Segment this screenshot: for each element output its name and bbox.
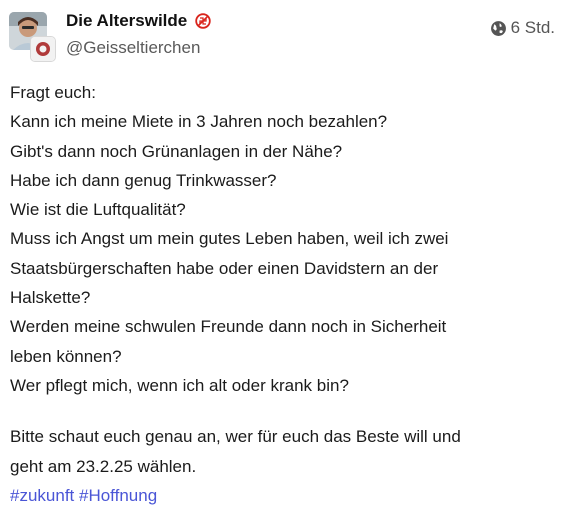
hashtag-link-hoffnung[interactable]: #Hoffnung — [79, 486, 157, 505]
closing-line: geht am 23.2.25 wählen. — [10, 456, 197, 476]
content-line: Gibt's dann noch Grünanlagen in der Nähe… — [10, 141, 343, 161]
content-line: Habe ich dann genug Trinkwasser? — [10, 170, 277, 190]
content-line: Werden meine schwulen Freunde dann noch … — [10, 317, 447, 337]
post-header: Die Alterswilde @Geisseltierchen 6 Std. — [0, 0, 567, 70]
no-swastika-icon — [195, 13, 211, 29]
author-display-name[interactable]: Die Alterswilde — [66, 11, 187, 31]
content-line: Kann ich meine Miete in 3 Jahren noch be… — [10, 112, 388, 132]
status-post: Die Alterswilde @Geisseltierchen 6 Std. … — [0, 0, 567, 507]
post-timestamp[interactable]: 6 Std. — [511, 18, 555, 38]
post-content: Fragt euch: Kann ich meine Miete in 3 Ja… — [10, 78, 550, 510]
content-line: Wie ist die Luftqualität? — [10, 200, 186, 220]
closing-line: Bitte schaut euch genau an, wer für euch… — [10, 427, 461, 447]
globe-icon — [490, 20, 507, 37]
account-badge-image — [31, 37, 55, 61]
content-line: Wer pflegt mich, wenn ich alt oder krank… — [10, 375, 349, 395]
content-line: Muss ich Angst um mein gutes Leben haben… — [10, 229, 449, 249]
author-name-row[interactable]: Die Alterswilde — [66, 10, 211, 32]
account-avatar-badge — [30, 36, 56, 62]
closing-paragraph: Bitte schaut euch genau an, wer für euch… — [10, 422, 550, 510]
content-line: Staatsbürgerschaften habe oder einen Dav… — [10, 258, 439, 278]
author-handle[interactable]: @Geisseltierchen — [66, 38, 200, 58]
hashtag-link-zukunft[interactable]: #zukunft — [10, 486, 74, 505]
content-line: leben können? — [10, 346, 122, 366]
content-line: Halskette? — [10, 288, 91, 308]
content-line: Fragt euch: — [10, 83, 96, 102]
hashtag-list: #zukunft #Hoffnung — [10, 481, 550, 510]
post-meta[interactable]: 6 Std. — [490, 18, 555, 38]
